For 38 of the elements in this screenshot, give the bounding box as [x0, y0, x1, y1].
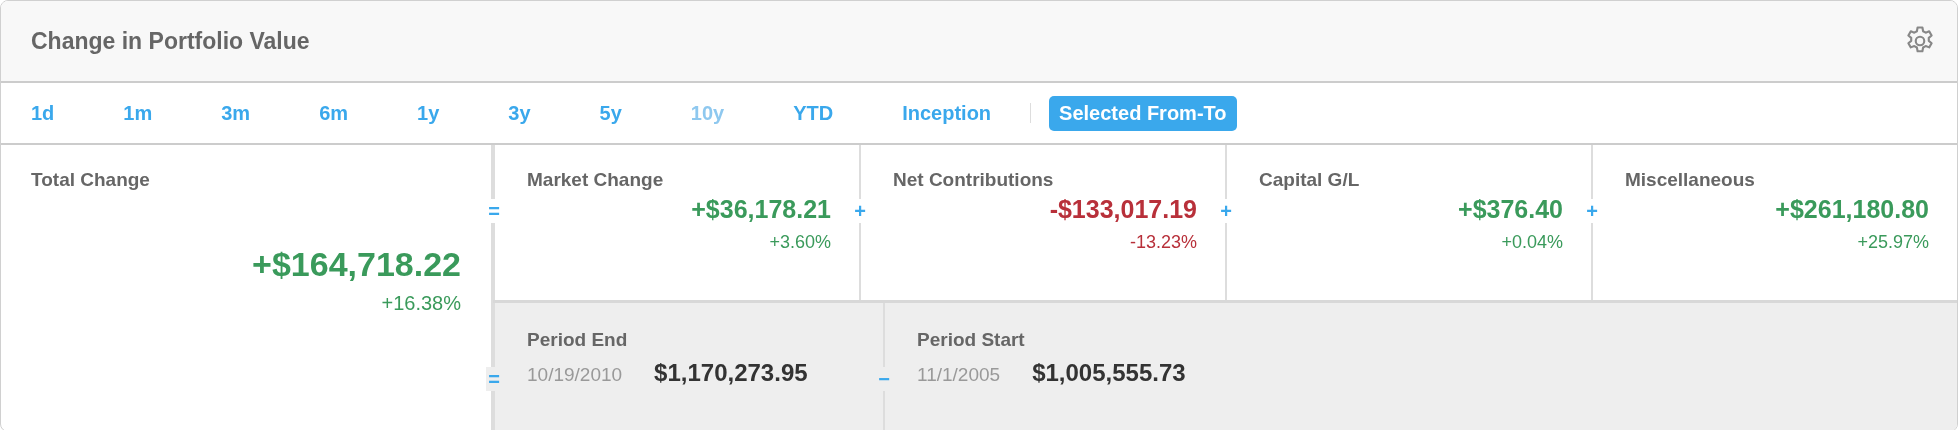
component-label: Net Contributions — [893, 169, 1054, 191]
component-value: +$36,178.21 — [691, 195, 831, 224]
component-label: Market Change — [527, 169, 664, 191]
panel-title: Change in Portfolio Value — [31, 27, 310, 55]
range-tab[interactable]: Inception — [892, 95, 1002, 131]
range-tab[interactable]: Selected From-To — [1049, 95, 1237, 131]
component-percent: +0.04% — [1501, 232, 1563, 253]
component-percent: -13.23% — [1129, 232, 1197, 253]
period-date: 10/19/2010 — [527, 364, 623, 386]
component-percent: +3.60% — [769, 232, 831, 253]
component-label: Capital G/L — [1259, 169, 1360, 191]
component-label: Miscellaneous — [1625, 169, 1755, 191]
component-value: -$133,017.19 — [1049, 195, 1197, 224]
range-tab[interactable]: 1y — [407, 95, 450, 131]
period-label: Period Start — [917, 329, 1025, 350]
range-tab[interactable]: 3y — [498, 95, 541, 131]
operator-sign: = — [486, 367, 502, 391]
operator-sign: + — [852, 199, 868, 223]
range-tab[interactable]: YTD — [783, 95, 844, 131]
range-tab[interactable]: 3m — [211, 95, 261, 131]
total-change-percent: +16.38% — [381, 292, 461, 315]
operator-sign: = — [486, 199, 502, 223]
operator-sign: + — [1584, 199, 1600, 223]
total-change-label: Total Change — [31, 169, 150, 191]
period-value: $1,170,273.95 — [654, 359, 808, 387]
range-tab[interactable]: 1d — [21, 95, 65, 131]
period-value: $1,005,555.73 — [1032, 359, 1186, 387]
range-tab[interactable]: 1m — [113, 95, 163, 131]
operator-sign: − — [876, 367, 892, 391]
range-tab[interactable]: 6m — [309, 95, 359, 131]
range-tab[interactable]: 5y — [589, 95, 632, 131]
operator-sign: + — [1218, 199, 1234, 223]
total-change-value: +$164,718.22 — [252, 245, 461, 284]
period-label: Period End — [527, 329, 628, 350]
component-value: +$376.40 — [1458, 195, 1563, 224]
component-value: +$261,180.80 — [1775, 195, 1929, 224]
component-percent: +25.97% — [1857, 232, 1929, 253]
period-date: 11/1/2005 — [917, 364, 1001, 386]
